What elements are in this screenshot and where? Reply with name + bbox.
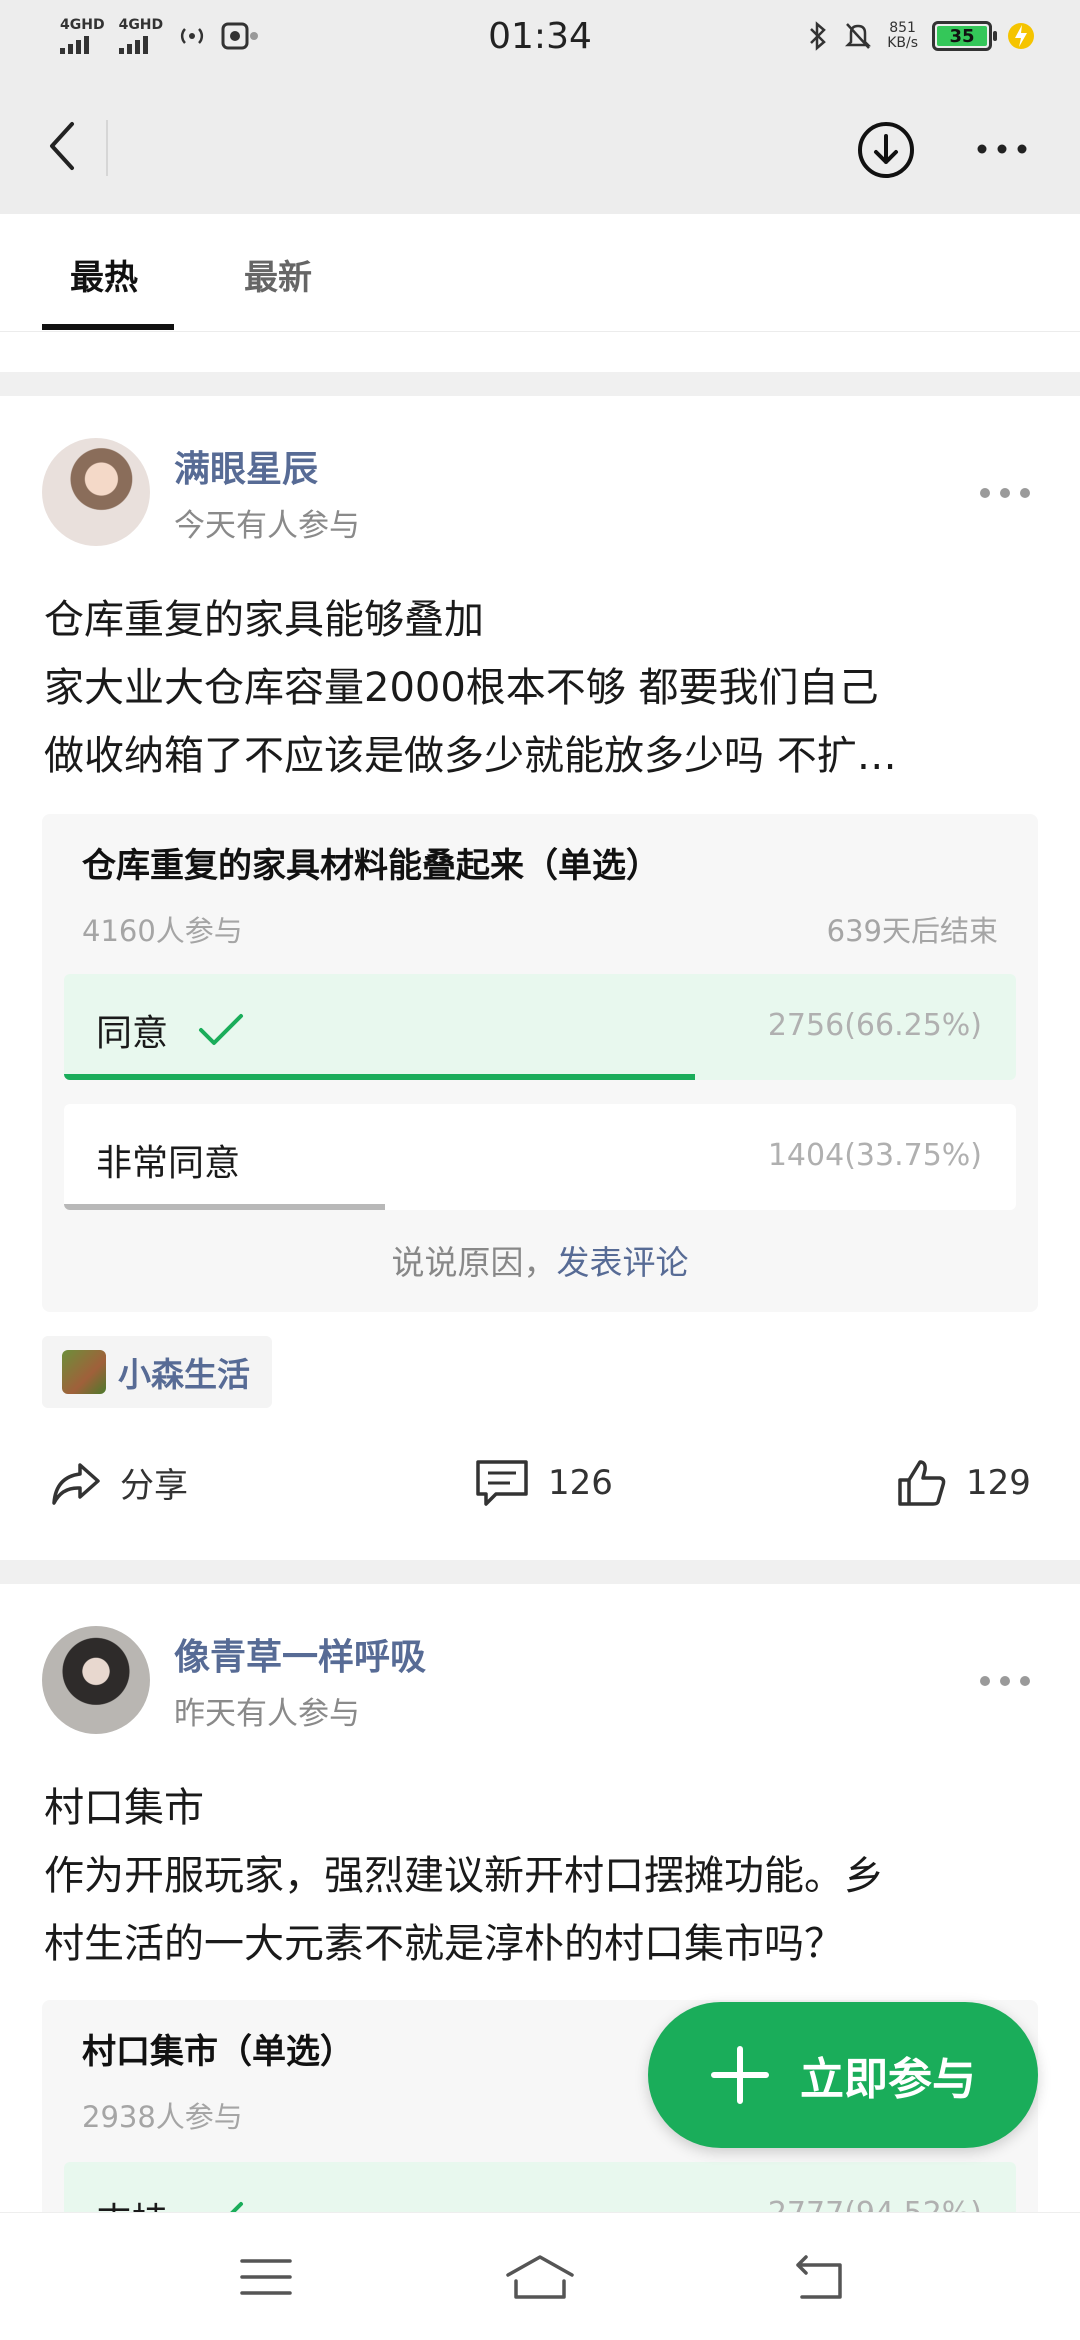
tab-hot[interactable]: 最热 (70, 250, 138, 299)
topic-name: 小森生活 (118, 1355, 250, 1394)
comment-prompt-text: 说说原因， (391, 1243, 557, 1282)
battery-icon: 35 (932, 21, 997, 51)
post-title: 村口集市 (44, 1785, 204, 1831)
share-label: 分享 (120, 1466, 188, 1506)
charging-icon (1008, 23, 1034, 49)
bluetooth-icon (810, 21, 827, 51)
home-icon (506, 2255, 574, 2299)
system-nav-bar (0, 2212, 1080, 2340)
post-title: 仓库重复的家具能够叠加 (44, 597, 484, 643)
back-nav-button[interactable] (790, 2247, 860, 2307)
post-more-button[interactable] (980, 1676, 1030, 1690)
checkmark-icon (199, 1014, 244, 1045)
poll-title: 村口集市（单选） (82, 2032, 354, 2072)
plus-icon (711, 2046, 769, 2104)
checkmark-icon (230, 2202, 244, 2212)
participation-note: 今天有人参与 (174, 508, 360, 544)
download-circle-icon (858, 122, 914, 178)
active-tab-indicator (42, 324, 174, 330)
thumbs-up-icon (898, 1460, 946, 1506)
poll-option[interactable]: 支持 2777(94.52%) (64, 2162, 1016, 2212)
post-body[interactable]: 村口集市 作为开服玩家，强烈建议新开村口摆摊功能。乡 村生活的一大元素不就是淳朴… (44, 1774, 1034, 1978)
post-actions: 分享 126 129 (0, 1444, 1080, 1524)
poll-option[interactable]: 同意 2756(66.25%) (64, 974, 1016, 1080)
menu-nav-button[interactable] (236, 2247, 306, 2307)
poll-option-count: 2777(94.52%) (768, 2196, 982, 2212)
poll-option-label: 支持 (96, 2192, 168, 2212)
poll-deadline: 639天后结束 (826, 914, 998, 948)
poll-card: 仓库重复的家具材料能叠起来（单选） 4160人参与 639天后结束 同意 275… (42, 814, 1038, 1312)
chevron-left-icon (50, 122, 74, 170)
join-now-button[interactable]: 立即参与 (648, 2002, 1038, 2148)
sort-tabs: 最热 最新 (0, 214, 1080, 332)
poll-option-bar (64, 1204, 386, 1210)
post-text-line: 村生活的一大元素不就是淳朴的村口集市吗？ (44, 1921, 844, 1967)
top-app-bar (0, 84, 1080, 214)
section-divider (0, 372, 1080, 396)
poll-option[interactable]: 非常同意 1404(33.75%) (64, 1104, 1016, 1210)
menu-icon (240, 2259, 292, 2295)
comment-button[interactable]: 126 (474, 1458, 613, 1508)
post-more-button[interactable] (980, 488, 1030, 502)
topic-icon (62, 1350, 106, 1394)
poll-option-label: 同意 (96, 1013, 169, 1054)
post-text-line: 家大业大仓库容量2000根本不够 都要我们自己 (44, 665, 879, 711)
poll-option-label: 非常同意 (96, 1143, 241, 1184)
status-bar: 4GHD 4GHD 01:34 851 KB/s 35 (0, 0, 1080, 84)
avatar[interactable] (42, 1626, 150, 1734)
share-icon (52, 1462, 100, 1505)
avatar[interactable] (42, 438, 150, 546)
poll-participants: 2938人参与 (82, 2100, 243, 2134)
post-text-line: 作为开服玩家，强烈建议新开村口摆摊功能。乡 (44, 1853, 884, 1899)
post-body[interactable]: 仓库重复的家具能够叠加 家大业大仓库容量2000根本不够 都要我们自己 做收纳箱… (44, 586, 1034, 790)
comment-count: 126 (548, 1463, 613, 1503)
poll-title: 仓库重复的家具材料能叠起来（单选） (82, 846, 660, 886)
poll-option-count: 1404(33.75%) (767, 1138, 982, 1173)
download-button[interactable] (856, 120, 916, 180)
poll-comment-prompt: 说说原因，发表评论 (42, 1236, 1038, 1284)
mute-bell-icon (845, 23, 872, 49)
section-divider (0, 1560, 1080, 1584)
poll-option-bar (64, 1074, 695, 1080)
more-button[interactable] (970, 124, 1034, 174)
write-comment-link[interactable]: 发表评论 (557, 1243, 689, 1282)
participation-note: 昨天有人参与 (174, 1696, 360, 1732)
post-card: 满眼星辰 今天有人参与 仓库重复的家具能够叠加 家大业大仓库容量2000根本不够… (0, 396, 1080, 1560)
join-now-label: 立即参与 (800, 2054, 976, 2105)
poll-option-count: 2756(66.25%) (767, 1008, 982, 1043)
author-name[interactable]: 像青草一样呼吸 (174, 1628, 426, 1680)
like-count: 129 (966, 1463, 1031, 1503)
home-nav-button[interactable] (504, 2247, 574, 2307)
header-divider (106, 120, 108, 176)
network-speed: 851 KB/s (887, 21, 918, 51)
back-button[interactable] (30, 114, 94, 178)
like-button[interactable]: 129 (896, 1458, 1031, 1508)
poll-participants: 4160人参与 (82, 914, 243, 948)
network-speed-value: 851 (889, 20, 916, 36)
post-text-line: 做收纳箱了不应该是做多少就能放多少吗 不扩… (44, 733, 897, 779)
battery-level: 35 (937, 26, 987, 47)
comment-icon (476, 1460, 528, 1506)
topic-tag[interactable]: 小森生活 (42, 1336, 272, 1408)
network-speed-unit: KB/s (887, 35, 918, 51)
tab-new[interactable]: 最新 (244, 250, 312, 299)
share-button[interactable]: 分享 (50, 1458, 188, 1507)
author-name[interactable]: 满眼星辰 (174, 440, 318, 492)
more-horizontal-icon (977, 144, 1027, 154)
return-icon (796, 2255, 842, 2299)
